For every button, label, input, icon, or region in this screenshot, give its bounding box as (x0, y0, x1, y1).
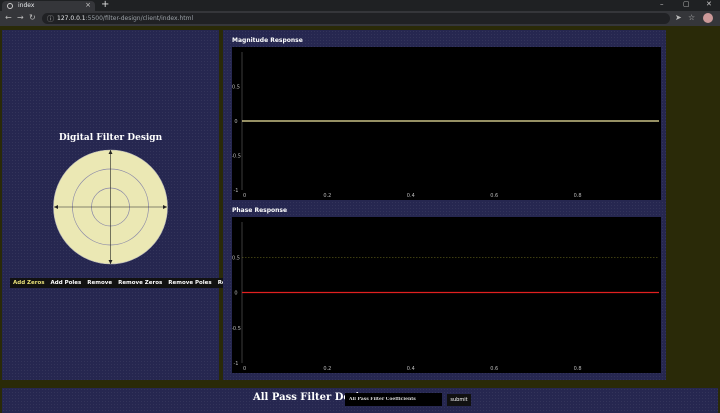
page-content: Digital Filter Design Add Zeros Add Pole… (0, 26, 720, 413)
window-close-icon[interactable]: ✕ (706, 0, 712, 8)
filter-design-panel: Digital Filter Design Add Zeros Add Pole… (2, 30, 256, 380)
remove-zeros-button[interactable]: Remove Zeros (115, 278, 166, 288)
z-plane-unit-circle[interactable] (2, 147, 219, 277)
phase-response-plot[interactable]: 0 0.2 0.4 0.6 0.8 0.5 0 -0.5 -1 (232, 217, 661, 373)
magnitude-x-tick-label: 0.8 (574, 193, 582, 199)
magnitude-y-tick-label: -0.5 (232, 154, 241, 160)
add-zeros-button[interactable]: Add Zeros (10, 278, 48, 288)
browser-tab-bar: index × + – ▢ ✕ (0, 0, 720, 11)
phase-response-title: Phase Response (232, 207, 288, 214)
magnitude-y-tick-label: 0 (234, 119, 237, 125)
address-bar: ← → ↻ ⓘ 127.0.0.1:5500/filter-design/cli… (0, 11, 720, 26)
phase-y-tick-label: -1 (234, 361, 239, 367)
reload-icon[interactable]: ↻ (29, 13, 36, 22)
magnitude-response-title: Magnitude Response (232, 37, 303, 44)
zero-pole-controls: Add Zeros Add Poles Remove Remove Zeros … (10, 278, 256, 288)
magnitude-x-tick-label: 0.4 (407, 193, 415, 199)
minimize-icon[interactable]: – (660, 0, 664, 8)
back-icon[interactable]: ← (5, 13, 12, 22)
maximize-icon[interactable]: ▢ (683, 0, 690, 8)
magnitude-x-tick-label: 0.6 (490, 193, 498, 199)
share-icon[interactable]: ➤ (675, 13, 682, 22)
tab-close-icon[interactable]: × (85, 1, 91, 9)
globe-icon (7, 3, 13, 9)
avatar[interactable] (703, 13, 713, 23)
phase-x-tick-label: 0.2 (323, 366, 331, 372)
add-poles-button[interactable]: Add Poles (47, 278, 85, 288)
submit-button[interactable]: submit (447, 394, 471, 406)
all-pass-panel: All Pass Filter Design submit (2, 388, 718, 413)
bookmark-star-icon[interactable]: ☆ (688, 13, 695, 22)
magnitude-y-tick-label: -1 (234, 188, 239, 194)
phase-y-tick-label: 0 (234, 291, 237, 297)
magnitude-y-tick-label: 0.5 (232, 85, 240, 91)
response-plots-panel: Magnitude Response 0 0.2 0.4 0.6 0.8 0.5 0 -0.5… (223, 30, 666, 380)
forward-icon[interactable]: → (17, 13, 24, 22)
remove-button[interactable]: Remove (84, 278, 116, 288)
remove-poles-button[interactable]: Remove Poles (165, 278, 215, 288)
phase-x-tick-label: 0.6 (490, 366, 498, 372)
url-text: 127.0.0.1:5500/filter-design/client/inde… (57, 15, 194, 22)
phase-x-tick-label: 0.4 (407, 366, 415, 372)
new-tab-icon[interactable]: + (101, 0, 109, 10)
phase-y-tick-label: -0.5 (232, 326, 241, 332)
phase-y-tick-label: 0.5 (232, 255, 240, 261)
all-pass-coefficients-input[interactable] (345, 393, 442, 406)
url-input[interactable]: ⓘ 127.0.0.1:5500/filter-design/client/in… (42, 13, 670, 24)
tab-title: index (18, 2, 35, 9)
page-title: Digital Filter Design (58, 133, 163, 143)
magnitude-response-plot[interactable]: 0 0.2 0.4 0.6 0.8 0.5 0 -0.5 -1 (232, 47, 661, 200)
phase-x-tick-label: 0.8 (574, 366, 582, 372)
phase-x-tick-label: 0 (243, 366, 246, 372)
magnitude-x-tick-label: 0.2 (323, 193, 331, 199)
browser-tab[interactable]: index × (2, 1, 95, 11)
info-icon[interactable]: ⓘ (47, 14, 54, 24)
magnitude-x-tick-label: 0 (243, 193, 246, 199)
